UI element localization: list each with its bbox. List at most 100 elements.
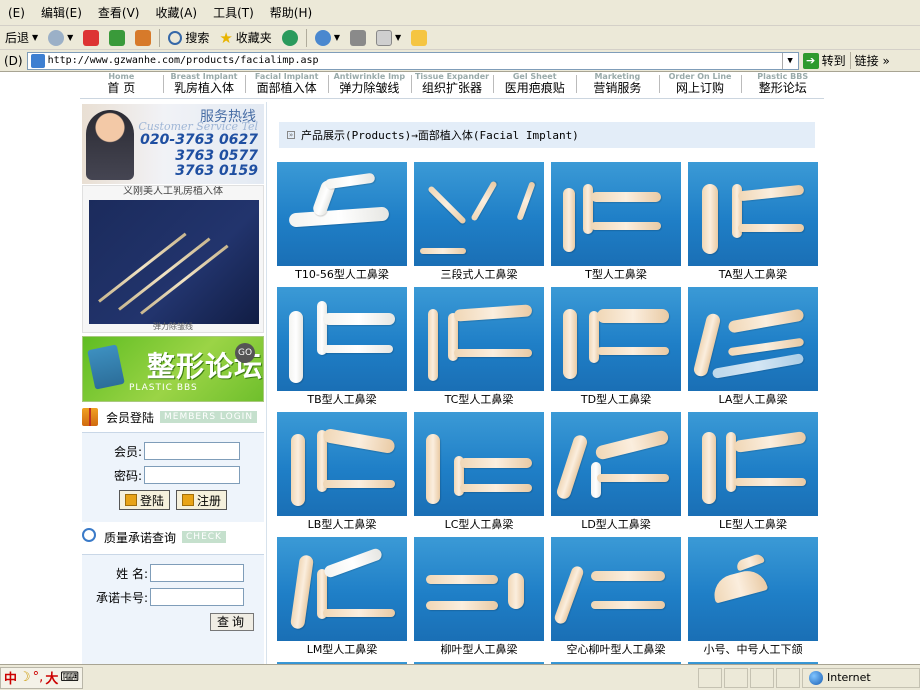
product-card[interactable]: TC型人工鼻梁 — [414, 287, 544, 411]
punctuation-icon: °, — [32, 670, 44, 685]
address-bar: (D) http://www.gzwanhe.com/products/faci… — [0, 50, 920, 72]
status-cells: Internet — [696, 667, 920, 688]
member-input[interactable] — [144, 442, 240, 460]
edit-icon — [375, 29, 392, 46]
product-name[interactable]: TA型人工鼻梁 — [688, 268, 818, 282]
address-url[interactable]: http://www.gzwanhe.com/products/facialim… — [48, 55, 782, 66]
address-label: (D) — [4, 53, 23, 68]
edit-button[interactable]: ▼ — [371, 29, 406, 46]
product-name[interactable]: 柳叶型人工鼻梁 — [414, 643, 544, 657]
messenger-button[interactable] — [406, 29, 432, 46]
nav-home[interactable]: Home 首 页 — [80, 72, 163, 96]
product-name[interactable]: 小号、中号人工下颌 — [688, 643, 818, 657]
query-button[interactable]: 查询 — [209, 613, 254, 631]
product-card[interactable]: LM型人工鼻梁 — [277, 537, 407, 661]
product-name[interactable]: T型人工鼻梁 — [551, 268, 681, 282]
nav-order-online[interactable]: Order On Line 网上订购 — [658, 72, 742, 96]
menu-tools[interactable]: 工具(T) — [205, 4, 262, 21]
product-name[interactable]: LC型人工鼻梁 — [414, 518, 544, 532]
quality-title: 质量承诺查询 — [104, 530, 177, 545]
product-name[interactable]: LA型人工鼻梁 — [688, 393, 818, 407]
menu-favorites[interactable]: 收藏(A) — [147, 4, 205, 21]
security-zone[interactable]: Internet — [802, 667, 920, 688]
nav-antiwrinkle[interactable]: Antiwrinkle Imp 弹力除皱线 — [328, 72, 411, 96]
product-name[interactable]: 三段式人工鼻梁 — [414, 268, 544, 282]
history-button[interactable]: ▼ — [310, 29, 345, 46]
register-button[interactable]: 注册 — [176, 490, 228, 510]
product-card[interactable]: 空心柳叶型人工鼻梁 — [551, 537, 681, 661]
product-name[interactable]: LE型人工鼻梁 — [688, 518, 818, 532]
go-button[interactable]: ➔ 转到 — [799, 52, 850, 69]
nav-cn-label: 组织扩张器 — [422, 81, 483, 95]
nav-cn-label: 首 页 — [107, 81, 136, 95]
plastic-bbs-banner[interactable]: 整形论坛 PLASTIC BBS GO — [82, 336, 264, 402]
site-nav: Home 首 页 Breast Implant 乳房植入体 Facial Impla… — [80, 72, 824, 96]
product-card[interactable]: TB型人工鼻梁 — [277, 287, 407, 411]
ime-toolbar[interactable]: 中 ☽ °, 大 ⌨ — [0, 666, 84, 689]
quality-badge: CHECK — [182, 531, 226, 543]
promo-image — [89, 200, 259, 324]
nav-en-label: Home — [108, 72, 135, 81]
history-icon — [314, 29, 331, 46]
product-card[interactable]: 小号、中号人工下颌 — [688, 537, 818, 661]
media-button[interactable] — [277, 29, 303, 46]
nav-breast-implant[interactable]: Breast Implant 乳房植入体 — [162, 72, 246, 96]
search-label: 搜索 — [185, 31, 210, 45]
print-button[interactable] — [345, 29, 371, 46]
product-card[interactable]: 三段式人工鼻梁 — [414, 162, 544, 286]
address-input[interactable]: http://www.gzwanhe.com/products/facialim… — [26, 51, 799, 70]
nav-tissue-expander[interactable]: Tissue Expander 组织扩张器 — [410, 72, 494, 96]
product-name[interactable]: TD型人工鼻梁 — [551, 393, 681, 407]
product-name[interactable]: TC型人工鼻梁 — [414, 393, 544, 407]
product-card[interactable]: TA型人工鼻梁 — [688, 162, 818, 286]
product-name[interactable]: LD型人工鼻梁 — [551, 518, 681, 532]
nav-facial-implant[interactable]: Facial Implant 面部植入体 — [245, 72, 328, 96]
refresh-button[interactable] — [104, 29, 130, 46]
login-button[interactable]: 登陆 — [118, 490, 170, 510]
product-name[interactable]: TB型人工鼻梁 — [277, 393, 407, 407]
card-number-input[interactable] — [150, 588, 244, 606]
menu-edit[interactable]: 编辑(E) — [33, 4, 90, 21]
nav-gel-sheet[interactable]: Gel Sheet 医用疤痕贴 — [493, 72, 576, 96]
stop-icon — [83, 29, 100, 46]
menu-file[interactable]: (E) — [0, 6, 33, 20]
nav-plastic-bbs[interactable]: Plastic BBS 整形论坛 — [741, 72, 824, 96]
magnifier-icon — [82, 528, 96, 542]
product-card[interactable]: LE型人工鼻梁 — [688, 412, 818, 536]
product-card[interactable]: T10-56型人工鼻梁 — [277, 162, 407, 286]
login-form: 会员: 密码: 登陆 注册 — [82, 432, 264, 522]
password-input[interactable] — [144, 466, 240, 484]
forward-button[interactable]: ▼ — [43, 29, 78, 46]
menu-help[interactable]: 帮助(H) — [262, 4, 320, 21]
links-button[interactable]: 链接 » — [849, 52, 894, 69]
product-image — [688, 162, 818, 266]
ime-fullwidth[interactable]: 大 — [45, 668, 58, 687]
product-card[interactable]: LA型人工鼻梁 — [688, 287, 818, 411]
product-name[interactable]: 空心柳叶型人工鼻梁 — [551, 643, 681, 657]
stop-button[interactable] — [78, 29, 104, 46]
address-dropdown[interactable]: ▼ — [781, 52, 798, 69]
product-name[interactable]: LM型人工鼻梁 — [277, 643, 407, 657]
menu-view[interactable]: 查看(V) — [90, 4, 148, 21]
product-card[interactable]: LC型人工鼻梁 — [414, 412, 544, 536]
product-card[interactable]: TD型人工鼻梁 — [551, 287, 681, 411]
go-arrow-icon: ➔ — [802, 52, 819, 69]
search-button[interactable]: 搜索 — [163, 29, 214, 46]
product-image — [277, 412, 407, 516]
hotline-banner: 服务热线 Customer Service Tel 020-3763 0627 … — [82, 104, 264, 184]
product-card[interactable]: 柳叶型人工鼻梁 — [414, 537, 544, 661]
product-name[interactable]: LB型人工鼻梁 — [277, 518, 407, 532]
back-button[interactable]: 后退 ▼ — [0, 29, 43, 46]
ime-mode[interactable]: 中 — [4, 668, 17, 687]
product-card[interactable]: LD型人工鼻梁 — [551, 412, 681, 536]
promo-banner[interactable]: 义刚美人工乳房植入体 弹力除皱线 — [82, 185, 264, 333]
login-title: 会员登陆 — [106, 410, 155, 425]
chevron-down-icon: ▼ — [32, 33, 39, 42]
product-card[interactable]: T型人工鼻梁 — [551, 162, 681, 286]
name-input[interactable] — [150, 564, 244, 582]
favorites-button[interactable]: ★ 收藏夹 — [214, 29, 276, 47]
home-button[interactable] — [130, 29, 156, 46]
product-name[interactable]: T10-56型人工鼻梁 — [277, 268, 407, 282]
nav-marketing[interactable]: Marketing 营销服务 — [576, 72, 659, 96]
product-card[interactable]: LB型人工鼻梁 — [277, 412, 407, 536]
